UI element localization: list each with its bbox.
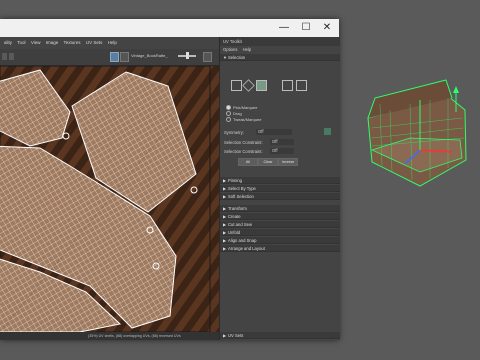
menu-item-uv-sets[interactable]: UV Sets [86,40,103,45]
section-pinning[interactable]: ▶ Pinning [220,177,340,184]
image-icon[interactable] [120,52,129,62]
section-uv-sets[interactable]: ▶ UV Sets [220,332,340,339]
close-button[interactable]: ✕ [315,19,339,37]
slider-handle[interactable] [186,52,189,59]
shell-select-icon[interactable] [282,80,293,91]
selection-constraint-label-1: Selection Constraint: [224,140,263,145]
inverse-selection-button[interactable]: Inverse [278,158,298,166]
vertex-select-icon[interactable] [231,80,242,91]
symmetry-dropdown[interactable]: Off [256,129,292,135]
radio-tweak-marquee[interactable]: Tweak/Marquee [226,117,261,123]
display-icon[interactable] [203,52,212,62]
collapse-arrow-icon: ▶ [223,246,227,251]
toolkit-menu-options[interactable]: Options [223,47,237,52]
uv-texture-and-mesh[interactable] [0,66,219,332]
selection-constraint-dropdown-2[interactable]: Off [270,148,294,154]
uv-status-bar: (35%) UV shells, (88) overlapping UVs, (… [0,332,219,340]
selection-constraint-label-2: Selection Constraint: [224,149,263,154]
section-unfold[interactable]: ▶ Unfold [220,229,340,236]
toolkit-menu-help[interactable]: Help [243,47,252,52]
collapse-arrow-icon: ▶ [223,238,227,243]
collapse-arrow-icon: ▶ [223,214,227,219]
section-arrange-and-layout[interactable]: ▶ Arrange and Layout [220,245,340,252]
section-create[interactable]: ▶ Create [220,213,340,220]
edge-select-icon[interactable] [242,79,255,92]
section-transform[interactable]: ▶ Transform [220,205,340,212]
symmetry-options-icon[interactable] [324,128,331,135]
uv-canvas[interactable] [0,66,219,332]
radio-drag[interactable]: Drag [226,111,242,117]
section-cut-and-sew[interactable]: ▶ Cut and Sew [220,221,340,228]
toolkit-menu: Options Help [220,46,340,54]
uv-editor-toolbar: Vintage_BookRatte_ [0,49,219,66]
face-select-icon[interactable] [256,80,267,91]
menu-item-view[interactable]: View [31,40,41,45]
collapse-arrow-icon: ▶ [223,194,227,199]
collapse-arrow-icon: ▶ [223,230,227,235]
tool-icon[interactable] [9,53,14,60]
title-bar[interactable]: — ☐ ✕ [0,19,339,37]
section-select-by-type[interactable]: ▶ Select By Type [220,185,340,192]
collapse-arrow-icon: ▶ [223,178,227,183]
menu-item-help[interactable]: Help [108,40,117,45]
menu-item-image[interactable]: Image [46,40,59,45]
section-selection[interactable]: ▼ Selection [220,54,340,61]
section-soft-selection[interactable]: ▶ Soft Selection [220,193,340,200]
selection-constraint-dropdown-1[interactable]: Off [270,139,294,145]
section-selection-label: Selection [228,55,246,60]
collapse-arrow-icon: ▶ [223,222,227,227]
radio-pick-marquee[interactable]: Pick/Marquee [226,105,257,111]
collapse-arrow-icon: ▶ [223,333,227,338]
expand-arrow-icon: ▼ [223,55,227,60]
collapse-arrow-icon: ▶ [223,206,227,211]
uv-editor-menu-bar: ality Tool View Image Textures UV Sets H… [0,37,219,49]
tool-icon[interactable] [2,53,7,60]
uv-shell-icon[interactable] [296,80,307,91]
grid-icon[interactable] [110,52,119,62]
menu-item-modality[interactable]: ality [4,40,12,45]
image-name-label[interactable]: Vintage_BookRatte_ [131,53,168,58]
symmetry-label: Symmetry: [224,130,245,135]
menu-item-tool[interactable]: Tool [17,40,25,45]
collapse-arrow-icon: ▶ [223,186,227,191]
section-align-and-snap[interactable]: ▶ Align and Snap [220,237,340,244]
minimize-button[interactable]: — [272,19,296,37]
clear-selection-button[interactable]: Clear [258,158,278,166]
uv-toolkit-panel: UV Toolkit Options Help ▼ Selection Pick… [219,37,340,340]
uv-editor-window: — ☐ ✕ ality Tool View Image Textures UV … [0,19,340,340]
toolkit-title: UV Toolkit [220,37,340,46]
menu-item-textures[interactable]: Textures [64,40,81,45]
select-all-button[interactable]: All [238,158,258,166]
